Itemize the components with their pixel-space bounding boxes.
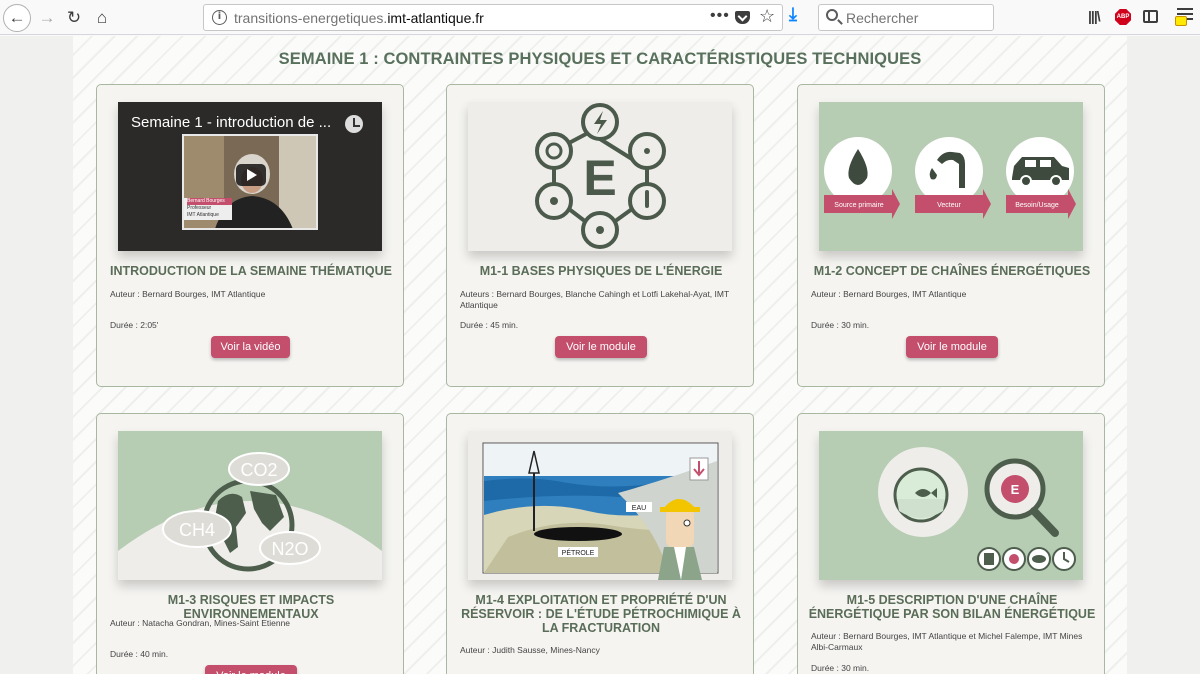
atom-icon <box>550 197 558 205</box>
course-card-m1-5: E M1-5 DESCRIPTION D'UNE CHAÎNE ÉNERGÉTI… <box>797 413 1105 674</box>
chain-label-usage: Besoin/Usage <box>1015 202 1059 209</box>
bookmark-star-icon[interactable]: ☆ <box>759 6 775 27</box>
course-card-m1-1: E M1-1 BASES PHYSIQUES DE L'ÉNERGIE Aute… <box>446 84 754 387</box>
energy-chain-illustration: Source primaire Vecteur Besoin/Usage <box>824 137 1076 219</box>
pocket-icon[interactable] <box>735 11 750 24</box>
download-icon[interactable]: ⤓ <box>789 4 797 25</box>
card-title: M1-5 DESCRIPTION D'UNE CHAÎNE ÉNERGÉTIQU… <box>808 593 1096 621</box>
molecule-icon <box>596 226 604 234</box>
view-module-button[interactable]: Voir le module <box>205 665 297 674</box>
card-title: INTRODUCTION DE LA SEMAINE THÉMATIQUE <box>110 264 392 278</box>
gas-label-ch4: CH4 <box>179 520 215 540</box>
view-module-button[interactable]: Voir le module <box>555 336 647 358</box>
module-thumbnail[interactable]: E <box>819 431 1083 580</box>
card-author: Auteur : Bernard Bourges, IMT Atlantique <box>110 289 266 299</box>
reload-icon[interactable]: ↻ <box>60 4 88 32</box>
search-placeholder: Rechercher <box>846 10 919 26</box>
module-thumbnail[interactable]: Source primaire Vecteur Besoin/Usage <box>819 102 1083 251</box>
card-duration: Durée : 40 min. <box>110 649 169 659</box>
energy-letter: E <box>1011 482 1020 497</box>
page-actions-menu-icon[interactable]: ••• <box>710 7 730 25</box>
browser-toolbar: ← → ↻ ⌂ i transitions-energetiques.imt-a… <box>0 0 1200 35</box>
search-input[interactable]: Rechercher <box>818 4 994 31</box>
hamburger-menu-icon[interactable] <box>1175 8 1193 26</box>
course-card-intro: Semaine 1 - introduction de ... Bernard … <box>96 84 404 387</box>
reservoir-illustration: EAU PÉTROLE <box>482 442 719 580</box>
watch-later-icon[interactable] <box>345 115 363 133</box>
energy-balance-illustration: E <box>878 447 1076 571</box>
course-card-m1-2: Source primaire Vecteur Besoin/Usage M1-… <box>797 84 1105 387</box>
site-info-icon[interactable]: i <box>212 10 227 25</box>
energy-letter: E <box>583 150 616 206</box>
thermometer-icon <box>645 190 649 208</box>
chain-label-source: Source primaire <box>834 202 884 209</box>
card-author: Auteurs : Bernard Bourges, Blanche Cahin… <box>460 289 730 310</box>
card-title: M1-1 BASES PHYSIQUES DE L'ÉNERGIE <box>479 264 723 278</box>
oil-label: PÉTROLE <box>562 548 595 557</box>
section-title: SEMAINE 1 : CONTRAINTES PHYSIQUES ET CAR… <box>278 50 922 68</box>
card-duration: Durée : 45 min. <box>460 320 519 330</box>
wave-icon <box>644 148 650 154</box>
main-content: SEMAINE 1 : CONTRAINTES PHYSIQUES ET CAR… <box>73 36 1127 674</box>
page-viewport: SEMAINE 1 : CONTRAINTES PHYSIQUES ET CAR… <box>0 36 1200 674</box>
gas-label-n2o: N2O <box>271 539 308 559</box>
home-icon[interactable]: ⌂ <box>88 4 116 32</box>
card-duration: Durée : 30 min. <box>811 663 870 673</box>
adblock-icon[interactable]: ABP <box>1115 9 1131 25</box>
video-lower-third: Bernard Bourges Professeur IMT Atlantiqu… <box>184 198 232 220</box>
card-title: M1-3 RISQUES ET IMPACTS ENVIRONNEMENTAUX <box>167 593 335 621</box>
video-title: Semaine 1 - introduction de ... <box>131 114 332 131</box>
back-arrow-icon[interactable]: ← <box>3 4 31 32</box>
view-module-button[interactable]: Voir le module <box>906 336 998 358</box>
card-duration: Durée : 2:05' <box>110 320 159 330</box>
course-card-m1-3: CO2 CH4 N2O M1-3 RISQUES ET IMPACTS ENVI… <box>96 413 404 674</box>
video-thumbnail[interactable]: Semaine 1 - introduction de ... Bernard … <box>118 102 382 251</box>
gas-label-co2: CO2 <box>240 460 277 480</box>
watch-video-button[interactable]: Voir la vidéo <box>211 336 290 358</box>
module-thumbnail[interactable]: CO2 CH4 N2O <box>118 431 382 580</box>
url-text[interactable]: transitions-energetiques.imt-atlantique.… <box>234 10 484 26</box>
library-icon[interactable]: |||\ <box>1088 8 1101 24</box>
update-badge-icon <box>1175 16 1187 26</box>
energy-forms-illustration: E <box>535 103 666 249</box>
sidebar-toggle-icon[interactable] <box>1143 10 1158 23</box>
chain-label-vector: Vecteur <box>937 202 961 209</box>
forward-arrow-icon[interactable]: → <box>33 4 61 32</box>
module-thumbnail[interactable]: E <box>468 102 732 251</box>
environment-illustration: CO2 CH4 N2O <box>118 452 382 580</box>
module-thumbnail[interactable]: EAU PÉTROLE <box>468 431 732 580</box>
card-author: Auteur : Natacha Gondran, Mines-Saint Et… <box>110 618 291 628</box>
card-author: Auteur : Bernard Bourges, IMT Atlantique <box>811 289 967 299</box>
address-bar[interactable]: i transitions-energetiques.imt-atlantiqu… <box>203 4 783 31</box>
card-title: M1-4 EXPLOITATION ET PROPRIÉTÉ D'UN RÉSE… <box>461 593 741 635</box>
play-icon[interactable] <box>236 164 266 186</box>
search-icon <box>826 9 838 21</box>
card-author: Auteur : Bernard Bourges, IMT Atlantique… <box>811 631 1083 652</box>
card-title: M1-2 CONCEPT DE CHAÎNES ÉNERGÉTIQUES <box>813 264 1091 278</box>
card-author: Auteur : Judith Sausse, Mines-Nancy <box>460 645 600 655</box>
card-duration: Durée : 30 min. <box>811 320 870 330</box>
oil-pocket <box>534 527 622 541</box>
water-label: EAU <box>632 505 646 512</box>
course-card-m1-4: EAU PÉTROLE M1-4 EXPLOITATION ET PROPRIÉ… <box>446 413 754 674</box>
